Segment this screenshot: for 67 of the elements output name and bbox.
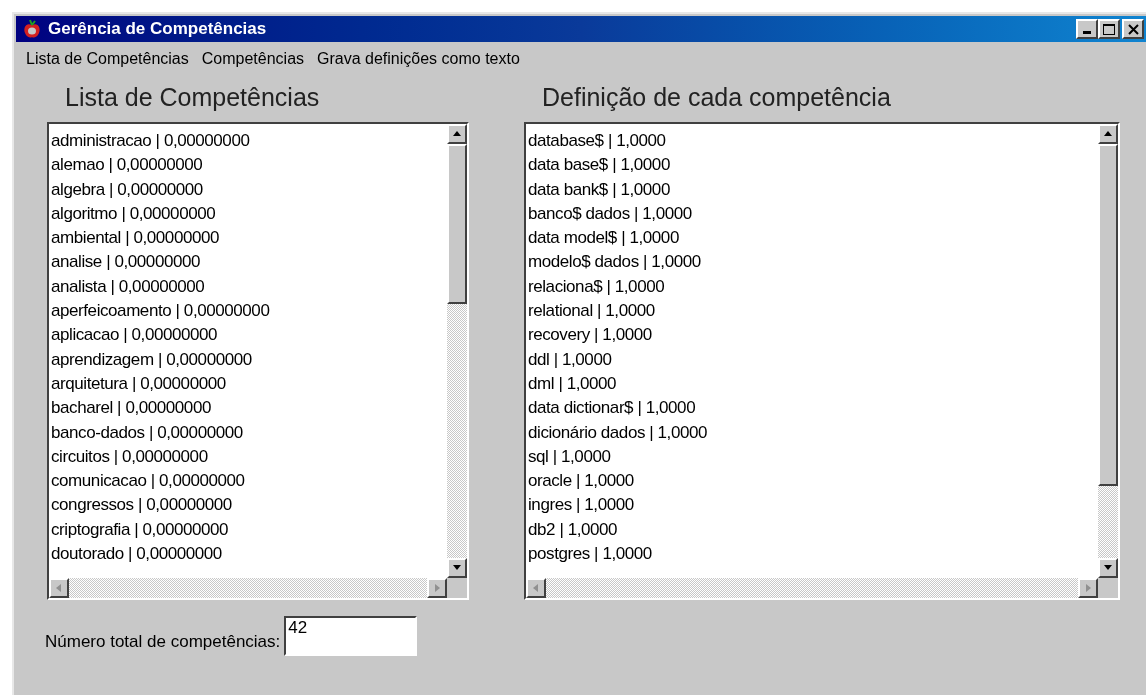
- list-item[interactable]: bacharel | 0,00000000: [51, 396, 211, 421]
- list-item[interactable]: circuitos | 0,00000000: [51, 444, 208, 470]
- list-item[interactable]: ddl | 1,0000: [528, 347, 612, 372]
- list-item[interactable]: postgres | 1,0000: [528, 542, 652, 567]
- menu-item[interactable]: Competências: [201, 47, 305, 71]
- list-item[interactable]: comunicacao | 0,00000000: [51, 469, 245, 494]
- list-item[interactable]: sql | 1,0000: [528, 444, 611, 470]
- scroll-up-button[interactable]: [447, 124, 467, 144]
- list-item[interactable]: analista | 0,00000000: [51, 274, 205, 300]
- list-item[interactable]: criptografia | 0,00000000: [51, 517, 229, 543]
- scroll-thumb[interactable]: [1098, 144, 1118, 486]
- menu-item[interactable]: Lista de Competências: [26, 47, 189, 71]
- list-item[interactable]: oracle | 1,0000: [528, 469, 634, 494]
- list-item[interactable]: modelo$ dados | 1,0000: [528, 250, 701, 275]
- list-item[interactable]: dml | 1,0000: [528, 371, 617, 397]
- list-item[interactable]: data base$ | 1,0000: [528, 153, 670, 178]
- scrollbar-corner: [447, 578, 467, 598]
- scroll-right-button[interactable]: [427, 578, 447, 598]
- list-item[interactable]: db2 | 1,0000: [528, 517, 618, 543]
- list-item[interactable]: recovery | 1,0000: [528, 323, 652, 348]
- scrollbar-corner: [1098, 578, 1118, 598]
- list-item[interactable]: doutorado | 0,00000000: [51, 542, 222, 567]
- list-item[interactable]: arquitetura | 0,00000000: [51, 371, 226, 397]
- list-item[interactable]: ambiental | 0,00000000: [51, 226, 220, 251]
- list-item[interactable]: data dictionar$ | 1,0000: [528, 396, 696, 421]
- maximize-button[interactable]: [1098, 19, 1120, 39]
- scroll-down-button[interactable]: [447, 558, 467, 578]
- list-item[interactable]: database$ | 1,0000: [528, 129, 666, 154]
- minimize-button[interactable]: [1076, 19, 1098, 39]
- scroll-thumb[interactable]: [447, 144, 467, 304]
- list-item[interactable]: ingres | 1,0000: [528, 493, 634, 518]
- list-item[interactable]: alemao | 0,00000000: [51, 153, 203, 178]
- panel-heading: Lista de Competências: [64, 82, 321, 112]
- apple-icon: [22, 19, 42, 39]
- list-item[interactable]: algoritmo | 0,00000000: [51, 201, 216, 227]
- menu-item[interactable]: Grava definições como texto: [317, 47, 520, 71]
- list-item[interactable]: banco$ dados | 1,0000: [528, 201, 692, 227]
- vertical-scrollbar[interactable]: [447, 124, 467, 578]
- list-item[interactable]: dicionário dados | 1,0000: [528, 420, 708, 445]
- scroll-up-button[interactable]: [1098, 124, 1118, 144]
- list-item[interactable]: data model$ | 1,0000: [528, 226, 679, 251]
- list-item[interactable]: relational | 1,0000: [528, 299, 655, 324]
- close-button[interactable]: [1122, 19, 1144, 39]
- list-item[interactable]: congressos | 0,00000000: [51, 493, 232, 518]
- close-icon: [1127, 23, 1139, 35]
- list-item[interactable]: data bank$ | 1,0000: [528, 177, 670, 202]
- panel-heading: Definição de cada competência: [541, 82, 892, 112]
- window-title: Gerência de Competências: [48, 18, 267, 41]
- list-item[interactable]: banco-dados | 0,00000000: [51, 420, 243, 445]
- horizontal-scrollbar[interactable]: [49, 578, 447, 598]
- list-item[interactable]: aprendizagem | 0,00000000: [51, 347, 252, 372]
- horizontal-scrollbar[interactable]: [526, 578, 1098, 598]
- list-item[interactable]: aplicacao | 0,00000000: [51, 323, 218, 348]
- total-label: Número total de competências:: [45, 630, 281, 653]
- scroll-right-button[interactable]: [1078, 578, 1098, 598]
- list-item[interactable]: aperfeicoamento | 0,00000000: [51, 299, 270, 324]
- list-item[interactable]: algebra | 0,00000000: [51, 177, 203, 202]
- vertical-scrollbar[interactable]: [1098, 124, 1118, 578]
- scroll-left-button[interactable]: [49, 578, 69, 598]
- list-item[interactable]: administracao | 0,00000000: [51, 129, 250, 154]
- scroll-down-button[interactable]: [1098, 558, 1118, 578]
- list-item[interactable]: relaciona$ | 1,0000: [528, 274, 665, 300]
- minimize-icon: [1083, 31, 1091, 34]
- maximize-icon: [1103, 23, 1115, 35]
- scroll-left-button[interactable]: [526, 578, 546, 598]
- list-item[interactable]: analise | 0,00000000: [51, 250, 201, 275]
- total-field[interactable]: 42: [284, 616, 418, 656]
